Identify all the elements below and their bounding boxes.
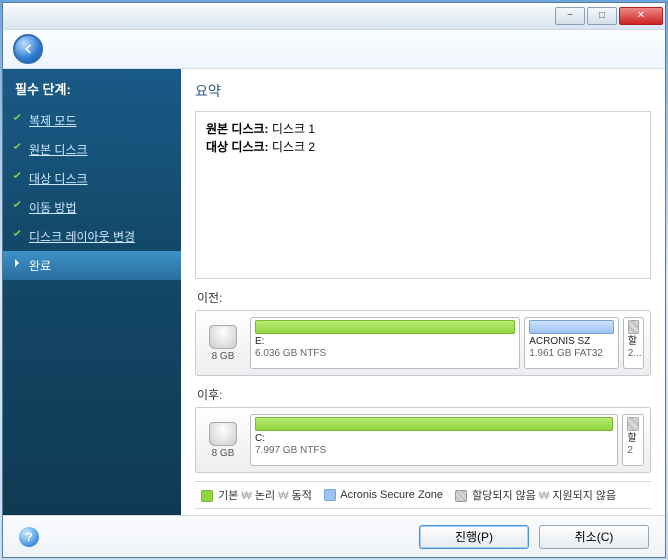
- src-disk-label: 원본 디스크:: [206, 122, 269, 136]
- before-disk-panel: 8 GB E:6.036 GB NTFSACRONIS SZ1.961 GB F…: [195, 310, 651, 376]
- before-partitions: E:6.036 GB NTFSACRONIS SZ1.961 GB FAT32할…: [250, 317, 644, 369]
- disk-cylinder-icon: [209, 422, 237, 446]
- partition[interactable]: 할2...: [623, 317, 644, 369]
- sidebar-step-label: 원본 디스크: [29, 143, 88, 157]
- sidebar-header: 필수 단계:: [3, 69, 181, 106]
- legend: 기본 ₩ 논리 ₩ 동적 Acronis Secure Zone 할당되지 않음…: [195, 481, 651, 509]
- check-icon: [11, 170, 23, 182]
- partition[interactable]: E:6.036 GB NTFS: [250, 317, 520, 369]
- wizard-window: − □ ✕ 필수 단계: 복제 모드원본 디스크대상 디스크이동 방법디스크 레…: [2, 2, 666, 558]
- disk-size: 8 GB: [212, 351, 235, 362]
- partition-sublabel: 6.036 GB NTFS: [255, 348, 515, 359]
- partition-label: C:: [255, 433, 613, 445]
- content: 요약 원본 디스크: 디스크 1 대상 디스크: 디스크 2 이전: 8 GB …: [181, 69, 665, 515]
- disk-icon: 8 GB: [202, 317, 244, 369]
- partition[interactable]: C:7.997 GB NTFS: [250, 414, 618, 466]
- dst-disk-label: 대상 디스크:: [206, 140, 269, 154]
- sidebar-step-label: 디스크 레이아웃 변경: [29, 230, 135, 244]
- check-icon: [11, 112, 23, 124]
- legend-unalloc: 할당되지 않음: [472, 490, 536, 502]
- disk-cylinder-icon: [209, 325, 237, 349]
- partition-sublabel: 1.961 GB FAT32: [529, 348, 614, 359]
- after-partitions: C:7.997 GB NTFS할2: [250, 414, 644, 466]
- partition-label: 할: [628, 336, 639, 348]
- partition-sublabel: 7.997 GB NTFS: [255, 445, 613, 456]
- sidebar: 필수 단계: 복제 모드원본 디스크대상 디스크이동 방법디스크 레이아웃 변경…: [3, 69, 181, 515]
- partition-bar: [529, 320, 614, 334]
- partition-label: ACRONIS SZ: [529, 336, 614, 348]
- check-icon: [11, 228, 23, 240]
- help-icon[interactable]: ?: [19, 527, 39, 547]
- body-area: 필수 단계: 복제 모드원본 디스크대상 디스크이동 방법디스크 레이아웃 변경…: [3, 69, 665, 515]
- cancel-button[interactable]: 취소(C): [539, 525, 649, 549]
- proceed-button[interactable]: 진행(P): [419, 525, 529, 549]
- titlebar: − □ ✕: [3, 3, 665, 30]
- sidebar-step[interactable]: 디스크 레이아웃 변경: [3, 222, 181, 251]
- sidebar-step[interactable]: 원본 디스크: [3, 135, 181, 164]
- legend-unalloc-swatch: [455, 490, 467, 502]
- page-title: 요약: [195, 81, 651, 101]
- legend-logical: 논리: [255, 490, 275, 502]
- partition-bar: [255, 320, 515, 334]
- sidebar-step-label: 이동 방법: [29, 201, 77, 215]
- legend-primary: 기본: [218, 490, 238, 502]
- disk-size: 8 GB: [212, 448, 235, 459]
- partition-label: 할: [627, 433, 639, 445]
- sidebar-step-label: 복제 모드: [29, 114, 77, 128]
- legend-asz-swatch: [324, 489, 336, 501]
- partition[interactable]: ACRONIS SZ1.961 GB FAT32: [524, 317, 619, 369]
- footer: ? 진행(P) 취소(C): [3, 515, 665, 557]
- after-label: 이후:: [197, 386, 649, 403]
- legend-unsupported: 지원되지 않음: [552, 490, 616, 502]
- src-disk-value: 디스크 1: [272, 122, 315, 136]
- partition-sublabel: 2...: [628, 348, 639, 359]
- arrow-left-icon: [21, 42, 35, 56]
- sidebar-step-label: 대상 디스크: [29, 172, 88, 186]
- partition-bar: [627, 417, 639, 431]
- partition-bar: [255, 417, 613, 431]
- dst-disk-value: 디스크 2: [272, 140, 315, 154]
- sidebar-step[interactable]: 이동 방법: [3, 193, 181, 222]
- sidebar-step[interactable]: 대상 디스크: [3, 164, 181, 193]
- sidebar-step[interactable]: 복제 모드: [3, 106, 181, 135]
- legend-asz: Acronis Secure Zone: [340, 489, 443, 501]
- back-button[interactable]: [13, 34, 43, 64]
- summary-box: 원본 디스크: 디스크 1 대상 디스크: 디스크 2: [195, 111, 651, 279]
- partition-sublabel: 2: [627, 445, 639, 456]
- partition-bar: [628, 320, 639, 334]
- minimize-button[interactable]: −: [555, 7, 585, 25]
- sidebar-step[interactable]: 완료: [3, 251, 181, 280]
- partition-label: E:: [255, 336, 515, 348]
- before-label: 이전:: [197, 289, 649, 306]
- check-icon: [11, 199, 23, 211]
- close-button[interactable]: ✕: [619, 7, 663, 25]
- after-disk-panel: 8 GB C:7.997 GB NTFS할2: [195, 407, 651, 473]
- legend-primary-swatch: [201, 490, 213, 502]
- sidebar-step-label: 완료: [29, 259, 51, 273]
- legend-dynamic: 동적: [292, 490, 312, 502]
- partition[interactable]: 할2: [622, 414, 644, 466]
- check-icon: [11, 141, 23, 153]
- disk-icon: 8 GB: [202, 414, 244, 466]
- maximize-button[interactable]: □: [587, 7, 617, 25]
- nav-row: [3, 30, 665, 70]
- arrow-right-icon: [11, 257, 23, 269]
